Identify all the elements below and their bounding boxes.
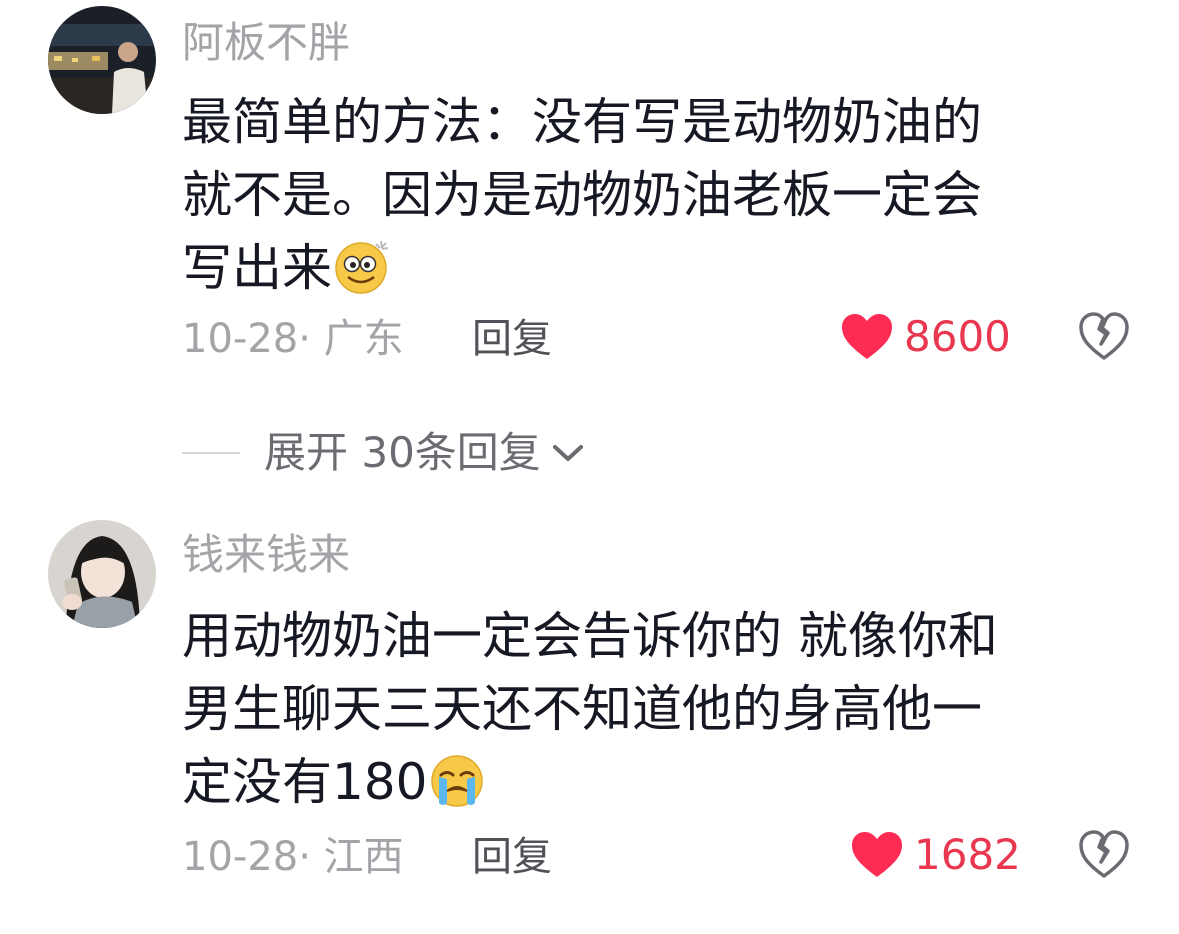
comment-date-location: 10-28· 江西	[182, 834, 404, 880]
reply-button[interactable]: 回复	[472, 314, 552, 364]
dislike-button[interactable]	[1078, 312, 1130, 366]
divider-line	[182, 452, 240, 454]
heart-icon	[842, 314, 892, 359]
like-count: 1682	[914, 830, 1021, 879]
comment-line: 就不是。因为是动物奶油老板一定会	[182, 166, 982, 224]
dizzy-face-emoji-icon	[334, 237, 392, 315]
comment-date-location: 10-28· 广东	[182, 316, 404, 362]
like-button[interactable]: 1682	[850, 830, 1021, 880]
like-button[interactable]: 8600	[840, 312, 1011, 362]
broken-heart-icon	[1079, 830, 1129, 878]
username[interactable]: 钱来钱来	[182, 530, 350, 580]
comment-line: 最简单的方法：没有写是动物奶油的	[182, 93, 982, 151]
heart-icon	[852, 832, 902, 877]
reply-button[interactable]: 回复	[472, 832, 552, 882]
loudly-crying-face-emoji-icon	[429, 753, 485, 829]
avatar-photo-icon	[48, 520, 156, 628]
expand-replies-button[interactable]: 展开 30条回复	[182, 426, 585, 480]
comment-text: 用动物奶油一定会告诉你的 就像你和 男生聊天三天还不知道他的身高他一 定没有18…	[182, 600, 1112, 829]
comment-line: 用动物奶油一定会告诉你的 就像你和	[182, 607, 998, 665]
comment-line: 男生聊天三天还不知道他的身高他一	[182, 680, 982, 738]
avatar[interactable]	[48, 6, 156, 114]
comment-line: 写出来	[182, 232, 1112, 315]
comment-line: 定没有180	[182, 746, 1112, 829]
like-count: 8600	[904, 312, 1011, 361]
chevron-down-icon	[552, 445, 583, 461]
dislike-button[interactable]	[1078, 830, 1130, 884]
comment-text: 最简单的方法：没有写是动物奶油的 就不是。因为是动物奶油老板一定会 写出来	[182, 86, 1112, 315]
broken-heart-icon	[1079, 312, 1129, 360]
avatar[interactable]	[48, 520, 156, 628]
expand-replies-label: 展开 30条回复	[264, 428, 541, 477]
username[interactable]: 阿板不胖	[182, 18, 350, 68]
avatar-photo-icon	[48, 6, 156, 114]
